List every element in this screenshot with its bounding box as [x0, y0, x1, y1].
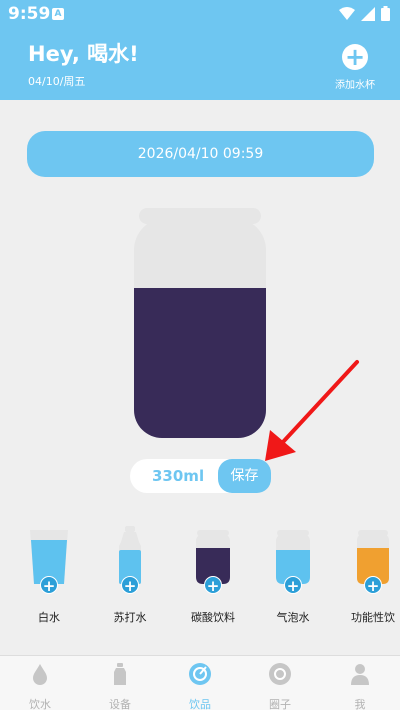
add-drink-icon[interactable]: + [40, 576, 58, 595]
add-cup-button[interactable]: + 添加水杯 [332, 44, 378, 91]
person-icon [351, 664, 369, 685]
tab-label: 饮水 [29, 698, 51, 710]
drink-item-sparkling-water[interactable]: + 气泡水 [258, 522, 328, 625]
can-icon: + [178, 522, 248, 597]
app-header: 9:59 A Hey, 喝水! 04/10/周五 + 添加水杯 [0, 0, 400, 100]
add-cup-label: 添加水杯 [335, 80, 375, 91]
bottom-tab-bar: 饮水 设备 饮品 圈子 我 [0, 655, 400, 710]
header-date: 04/10/周五 [28, 75, 86, 88]
app-notification-icon: A [52, 8, 64, 20]
bottle-icon [114, 663, 126, 685]
drink-list: + 白水 + 苏打水 + 碳酸饮料 + 气泡水 + 功能性饮 [0, 522, 400, 632]
plus-icon: + [342, 44, 368, 70]
drink-label: 碳酸饮料 [191, 611, 235, 624]
water-glass-icon: + [14, 522, 84, 597]
tab-circle[interactable]: 圈子 [240, 656, 320, 710]
drink-label: 苏打水 [113, 611, 147, 624]
battery-icon [381, 6, 390, 21]
tab-label: 饮品 [189, 698, 211, 710]
bottle-body [134, 218, 266, 438]
drink-label: 气泡水 [276, 611, 310, 624]
sparkling-bottle-icon: + [258, 522, 328, 597]
circle-icon [269, 663, 291, 685]
drinks-icon [189, 663, 211, 685]
tab-drinks[interactable]: 饮品 [160, 656, 240, 710]
soda-bottle-icon: + [95, 522, 165, 597]
system-icons [339, 6, 390, 21]
bottle-liquid [134, 288, 266, 438]
status-bar: 9:59 A [0, 0, 400, 28]
status-time: 9:59 [8, 4, 51, 24]
tab-label: 我 [354, 698, 366, 710]
add-drink-icon[interactable]: + [121, 576, 139, 595]
greeting-title: Hey, 喝水! [28, 42, 139, 66]
tab-me[interactable]: 我 [320, 656, 400, 710]
drink-item-carbonated[interactable]: + 碳酸饮料 [178, 522, 248, 625]
tab-label: 圈子 [269, 698, 291, 710]
water-drop-icon [33, 664, 47, 685]
signal-icon [361, 6, 375, 21]
save-button[interactable]: 保存 [218, 459, 271, 493]
datetime-display[interactable]: 2026/04/10 09:59 [27, 131, 374, 177]
drink-item-functional[interactable]: + 功能性饮 [338, 522, 400, 625]
add-drink-icon[interactable]: + [364, 576, 382, 595]
drink-item-soda-water[interactable]: + 苏打水 [95, 522, 165, 625]
volume-value[interactable]: 330ml [152, 459, 204, 493]
add-drink-icon[interactable]: + [284, 576, 302, 595]
tab-label: 设备 [109, 698, 131, 710]
drink-item-plain-water[interactable]: + 白水 [14, 522, 84, 625]
tab-water[interactable]: 饮水 [0, 656, 80, 710]
add-drink-icon[interactable]: + [204, 576, 222, 595]
tab-device[interactable]: 设备 [80, 656, 160, 710]
functional-bottle-icon: + [338, 522, 400, 597]
drink-label: 功能性饮 [351, 611, 395, 624]
wifi-icon [339, 6, 355, 20]
drink-label: 白水 [38, 611, 60, 624]
volume-input-group: 330ml 保存 [130, 459, 271, 493]
